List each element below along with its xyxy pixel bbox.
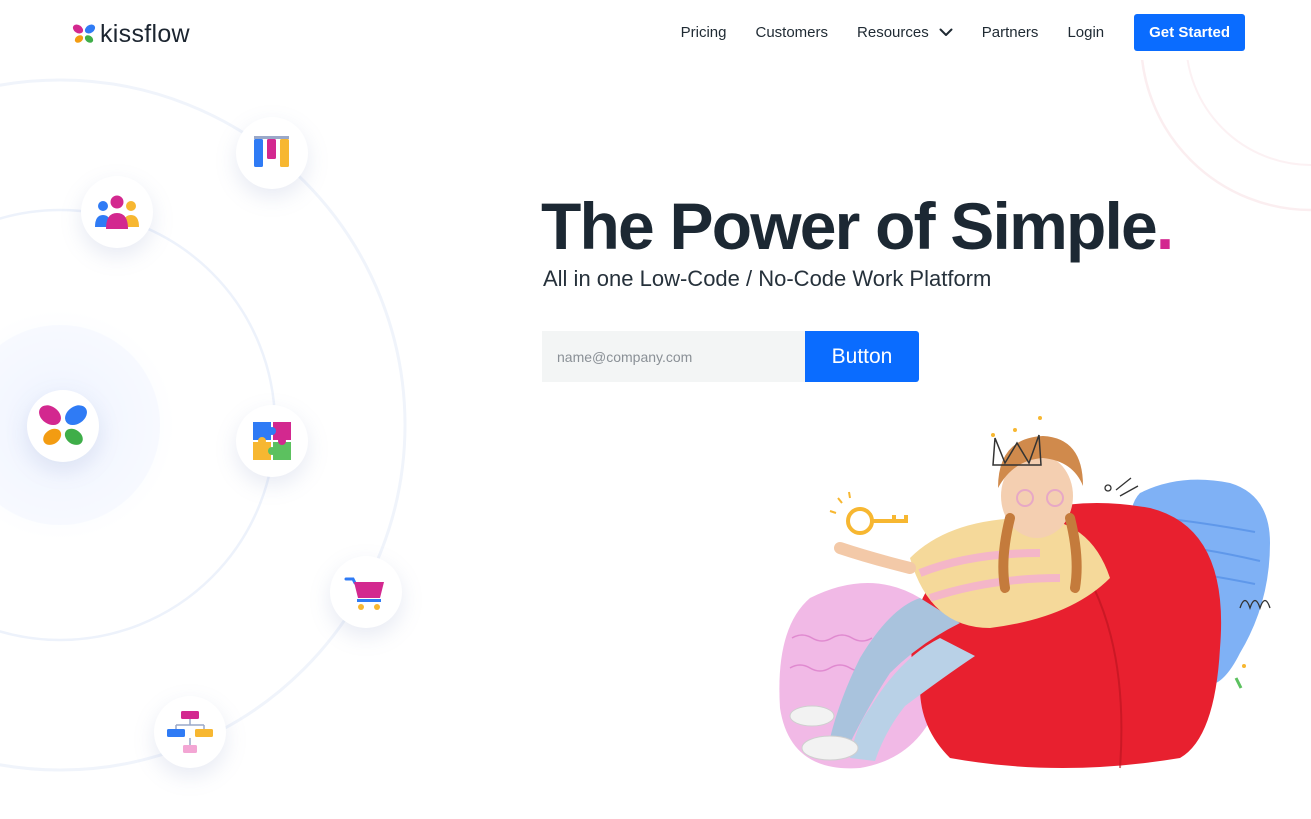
orbit-node-puzzle — [236, 405, 308, 477]
brand-name: kissflow — [100, 19, 190, 48]
chevron-down-icon — [939, 28, 953, 36]
hero-headline-dot: . — [1155, 189, 1174, 263]
orbit-node-flowchart — [154, 696, 226, 768]
hero-headline-text: The Power of Simple — [541, 189, 1158, 263]
orbit-node-cart — [330, 556, 402, 628]
get-started-button[interactable]: Get Started — [1134, 14, 1245, 51]
orbit-decoration — [0, 60, 520, 819]
hero-subline: All in one Low-Code / No-Code Work Platf… — [543, 266, 992, 291]
email-field[interactable] — [542, 331, 805, 382]
nav-partners[interactable]: Partners — [982, 24, 1039, 41]
brand-logo[interactable]: kissflow — [72, 20, 190, 48]
orbit-node-people — [81, 176, 153, 248]
puzzle-icon — [253, 422, 291, 460]
hero-illustration — [779, 416, 1271, 769]
people-icon — [95, 195, 139, 229]
kissflow-logo-icon — [39, 405, 87, 445]
orbit-node-center — [27, 390, 99, 462]
boards-icon — [254, 136, 289, 167]
cart-icon — [344, 577, 384, 610]
hero-headline: The Power of Simple. — [541, 188, 1174, 264]
email-submit-button[interactable]: Button — [805, 331, 919, 382]
top-nav: Pricing Customers Resources Partners Log… — [681, 14, 1245, 51]
flowchart-icon — [167, 711, 213, 753]
orbit-node-boards — [236, 117, 308, 189]
nav-customers[interactable]: Customers — [756, 24, 829, 41]
corner-arcs — [1140, 60, 1311, 212]
nav-resources-label: Resources — [857, 24, 929, 41]
nav-resources[interactable]: Resources — [857, 24, 953, 41]
kissflow-logo-icon — [72, 24, 96, 43]
nav-login[interactable]: Login — [1067, 24, 1104, 41]
nav-pricing[interactable]: Pricing — [681, 24, 727, 41]
